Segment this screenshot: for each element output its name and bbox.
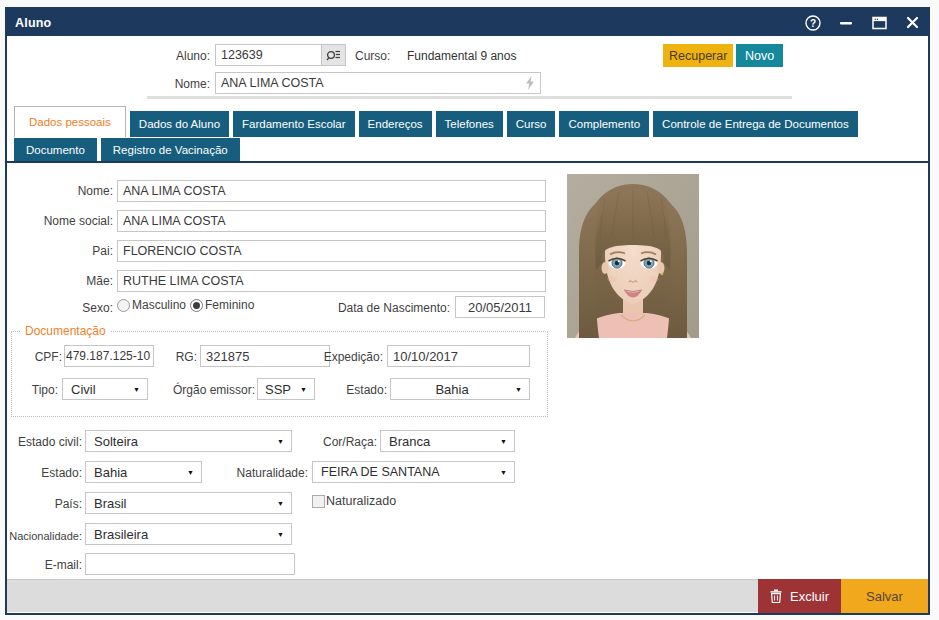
tab-row-1: Dados pessoais Dados do Aluno Fardamento… (14, 106, 858, 137)
tab-enderecos[interactable]: Endereços (359, 111, 432, 137)
novo-button[interactable]: Novo (736, 44, 783, 67)
email-label: E-mail: (0, 558, 82, 573)
minimize-icon[interactable] (838, 15, 854, 31)
tab-complemento[interactable]: Complemento (559, 111, 649, 137)
orgao-emissor-select[interactable]: SSP▼ (257, 378, 315, 400)
aluno-label: Aluno: (127, 49, 210, 64)
tab-curso[interactable]: Curso (507, 111, 556, 137)
form-pai-input[interactable] (117, 240, 546, 262)
cpf-input[interactable] (64, 345, 154, 367)
form-sexo-label: Sexo: (17, 301, 113, 316)
form-nome-social-label: Nome social: (17, 214, 113, 229)
trash-icon (770, 589, 782, 603)
estado-select[interactable]: Bahia▼ (85, 461, 202, 483)
cor-raca-label: Cor/Raça: (307, 435, 377, 450)
maximize-icon[interactable] (871, 15, 887, 31)
form-mae-label: Mãe: (17, 274, 113, 289)
form-nome-label: Nome: (17, 184, 113, 199)
tabstrip-border (7, 161, 928, 163)
pais-label: País: (0, 497, 82, 512)
tab-row-2: Documento Registro de Vacinação (14, 138, 240, 161)
cor-raca-select[interactable]: Branca▼ (380, 430, 515, 452)
tab-documento[interactable]: Documento (14, 138, 97, 161)
form-pai-label: Pai: (17, 244, 113, 259)
svg-text:?: ? (810, 17, 816, 28)
data-nascimento-input[interactable] (455, 296, 545, 318)
sexo-masculino-radio[interactable] (117, 299, 130, 312)
cpf-label: CPF: (17, 350, 62, 365)
sexo-feminino-label: Feminino (205, 298, 254, 312)
search-icon (326, 49, 341, 62)
tab-dados-do-aluno[interactable]: Dados do Aluno (130, 111, 229, 137)
tab-fardamento-escolar[interactable]: Fardamento Escolar (233, 111, 355, 137)
titlebar: Aluno ? (7, 9, 928, 36)
rg-label: RG: (157, 350, 197, 365)
window-title: Aluno (15, 16, 51, 30)
salvar-button[interactable]: Salvar (841, 579, 928, 613)
doc-estado-select[interactable]: Bahia▼ (390, 378, 530, 400)
tab-registro-vacinacao[interactable]: Registro de Vacinação (101, 138, 240, 161)
footer-bar: Excluir Salvar (7, 579, 928, 612)
documentacao-groupbox: Documentação (11, 331, 548, 417)
sexo-feminino-radio[interactable] (190, 299, 203, 312)
expedicao-label: Expedição: (313, 350, 383, 365)
lightning-icon (525, 76, 535, 90)
naturalidade-select[interactable]: FEIRA DE SANTANA▼ (312, 461, 515, 483)
email-input[interactable] (85, 553, 295, 575)
nacionalidade-select[interactable]: Brasileira▼ (85, 523, 292, 545)
help-icon[interactable]: ? (805, 15, 821, 31)
curso-label: Curso: (355, 49, 390, 64)
doc-estado-label: Estado: (317, 383, 387, 398)
form-mae-input[interactable] (117, 270, 546, 292)
aluno-id-input[interactable] (215, 44, 322, 66)
estado-label: Estado: (0, 466, 82, 481)
aluno-window: Aluno ? Aluno: Curso: Fundamental 9 anos… (5, 7, 930, 615)
estado-civil-select[interactable]: Solteira▼ (85, 430, 292, 452)
search-student-button[interactable] (321, 44, 346, 66)
curso-value: Fundamental 9 anos (407, 49, 516, 63)
sexo-masculino-label: Masculino (132, 298, 186, 312)
close-icon[interactable] (904, 15, 920, 31)
tab-controle-entrega-documentos[interactable]: Controle de Entrega de Documentos (653, 111, 858, 137)
orgao-emissor-label: Órgão emissor: (165, 383, 255, 398)
nome-label: Nome: (127, 77, 210, 92)
student-photo (567, 174, 699, 338)
tipo-label: Tipo: (17, 383, 58, 398)
header-separator (147, 96, 792, 99)
excluir-button[interactable]: Excluir (758, 579, 841, 613)
pais-select[interactable]: Brasil▼ (85, 492, 292, 514)
nacionalidade-label: Nacionalidade: (7, 529, 82, 544)
estado-civil-label: Estado civil: (0, 435, 82, 450)
naturalizado-checkbox[interactable] (312, 495, 325, 508)
data-nascimento-label: Data de Nascimento: (317, 301, 450, 316)
naturalizado-label: Naturalizado (326, 494, 396, 508)
tipo-select[interactable]: Civil▼ (62, 378, 148, 400)
tab-dados-pessoais[interactable]: Dados pessoais (14, 106, 126, 137)
documentacao-title: Documentação (20, 324, 111, 338)
nome-input[interactable] (215, 72, 541, 94)
recuperar-button[interactable]: Recuperar (663, 44, 733, 67)
rg-input[interactable] (200, 345, 330, 367)
naturalidade-label: Naturalidade: (203, 466, 308, 481)
form-nome-social-input[interactable] (117, 210, 546, 232)
expedicao-input[interactable] (387, 345, 530, 367)
tab-telefones[interactable]: Telefones (436, 111, 503, 137)
form-nome-input[interactable] (117, 180, 546, 202)
portrait-illustration (567, 174, 699, 338)
